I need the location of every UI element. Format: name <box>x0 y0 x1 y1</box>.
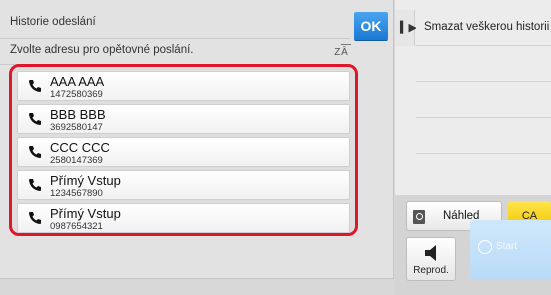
play-pipe-icon: ▍▶ <box>400 22 417 34</box>
phone-icon <box>29 80 41 92</box>
speaker-icon <box>425 245 436 261</box>
history-list: AAA AAA 1472580369 BBB BBB 3692580147 CC… <box>9 64 358 236</box>
contact-name: AAA AAA <box>50 74 105 89</box>
phone-icon <box>29 179 41 191</box>
ok-button[interactable]: OK <box>354 12 388 40</box>
contact-name: Přímý Vstup <box>50 206 121 221</box>
divider <box>0 38 350 39</box>
sort-icon-bar <box>341 44 351 45</box>
panel-toggle-button[interactable]: ▍▶ <box>395 10 417 46</box>
start-icon <box>478 240 492 254</box>
phone-icon <box>29 212 41 224</box>
contact-number: 2580147369 <box>50 155 103 166</box>
history-row-2[interactable]: CCC CCC 2580147369 <box>17 137 350 167</box>
sort-icon[interactable]: Z Ā <box>328 44 354 62</box>
history-row-4[interactable]: Přímý Vstup 0987654321 <box>17 203 350 233</box>
playback-button[interactable]: Reprod. <box>406 237 456 281</box>
dialog-title: Historie odeslání <box>10 16 96 28</box>
contact-name: CCC CCC <box>50 140 110 155</box>
dialog-instruction: Zvolte adresu pro opětovné poslání. <box>10 44 194 56</box>
phone-icon <box>29 113 41 125</box>
send-history-dialog: Historie odeslání Zvolte adresu pro opět… <box>0 0 394 279</box>
preview-icon <box>413 210 425 224</box>
history-row-3[interactable]: Přímý Vstup 1234567890 <box>17 170 350 200</box>
menu-item-empty <box>416 46 551 82</box>
contact-name: Přímý Vstup <box>50 173 121 188</box>
contact-number: 3692580147 <box>50 122 103 133</box>
phone-icon <box>29 146 41 158</box>
start-button[interactable]: Start <box>470 220 551 280</box>
history-row-1[interactable]: BBB BBB 3692580147 <box>17 104 350 134</box>
delete-all-history-item[interactable]: Smazat veškerou historii <box>416 10 551 46</box>
contact-name: BBB BBB <box>50 107 106 122</box>
contact-number: 1234567890 <box>50 188 103 199</box>
menu-item-label: Smazat veškerou historii <box>424 21 550 33</box>
sort-icon-glyph: Z Ā <box>334 47 348 58</box>
history-row-0[interactable]: AAA AAA 1472580369 <box>17 71 350 101</box>
playback-label: Reprod. <box>413 265 449 276</box>
contact-number: 1472580369 <box>50 89 103 100</box>
contact-number: 0987654321 <box>50 221 103 232</box>
start-label: Start <box>496 241 518 252</box>
menu-item-empty <box>416 118 551 154</box>
menu-item-empty <box>416 154 551 190</box>
menu-item-empty <box>416 82 551 118</box>
